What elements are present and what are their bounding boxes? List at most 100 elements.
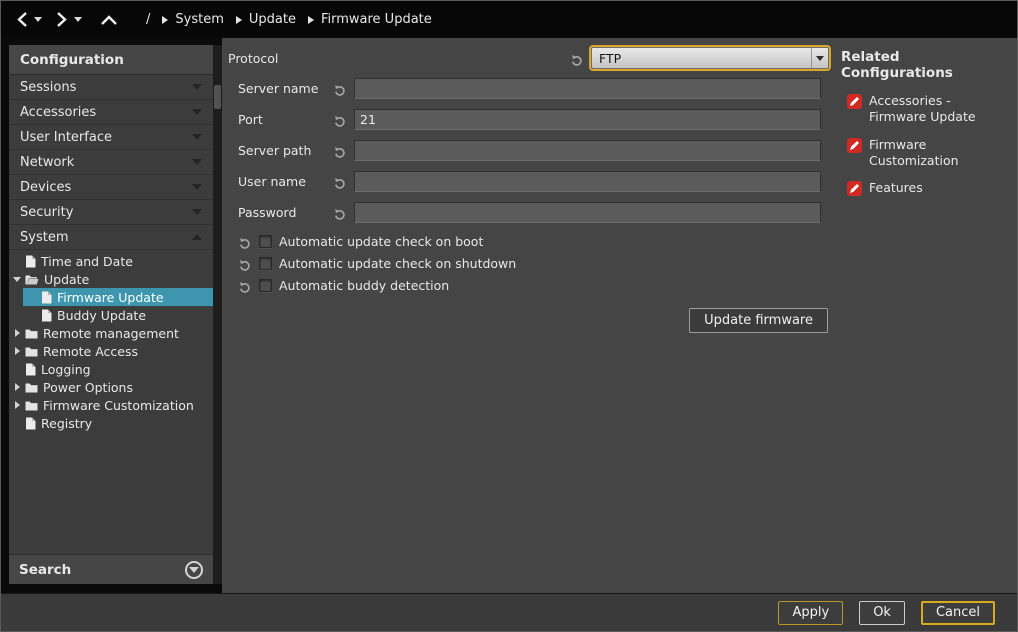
ok-button[interactable]: Ok xyxy=(859,601,905,625)
sidebar: Configuration Sessions Accessories User … xyxy=(9,45,213,584)
checkbox-label: Automatic buddy detection xyxy=(279,278,449,293)
sidebar-item-sessions[interactable]: Sessions xyxy=(9,75,213,100)
tree-item-label: Time and Date xyxy=(41,254,133,269)
field-label: Server path xyxy=(238,143,333,158)
expand-caret-icon[interactable] xyxy=(9,277,25,282)
user-name-input[interactable] xyxy=(354,171,821,192)
auto-update-boot-checkbox[interactable] xyxy=(259,235,272,248)
breadcrumb-arrow-icon xyxy=(162,16,168,24)
category-label: User Interface xyxy=(20,130,112,145)
checkbox-label: Automatic update check on boot xyxy=(279,234,483,249)
page-icon xyxy=(41,291,52,304)
password-row: Password xyxy=(222,201,837,223)
tree-item-firmware-customization[interactable]: Firmware Customization xyxy=(9,396,213,414)
protocol-select[interactable]: FTP xyxy=(591,47,829,69)
back-history-caret[interactable] xyxy=(34,17,42,22)
breadcrumb-item-system[interactable]: System xyxy=(162,12,223,27)
category-label: System xyxy=(20,230,68,245)
search-section-header[interactable]: Search xyxy=(9,554,213,584)
expand-caret-icon[interactable] xyxy=(9,329,25,337)
chevron-up-icon xyxy=(192,234,202,240)
breadcrumb-item-firmware-update[interactable]: Firmware Update xyxy=(308,12,432,27)
toolbar: / System Update Firmware Update xyxy=(1,1,1017,38)
cancel-button[interactable]: Cancel xyxy=(921,601,995,625)
tree-item-power-options[interactable]: Power Options xyxy=(9,378,213,396)
page-icon xyxy=(41,309,52,322)
forward-history-caret[interactable] xyxy=(74,17,82,22)
sidebar-scrollbar[interactable] xyxy=(213,45,222,584)
forward-button[interactable] xyxy=(55,11,69,28)
up-button[interactable] xyxy=(100,14,118,26)
reset-icon[interactable] xyxy=(333,175,346,188)
reset-icon[interactable] xyxy=(333,144,346,157)
user-name-row: User name xyxy=(222,170,837,192)
triangle-down-icon xyxy=(34,17,42,22)
related-item-firmware-customization[interactable]: Firmware Customization xyxy=(841,137,1011,170)
auto-update-boot-row: Automatic update check on boot xyxy=(222,232,837,250)
tree-item-firmware-update[interactable]: Firmware Update xyxy=(9,288,213,306)
expand-caret-icon[interactable] xyxy=(9,401,25,409)
protocol-label: Protocol xyxy=(228,51,570,66)
port-input[interactable] xyxy=(354,109,821,130)
sidebar-item-security[interactable]: Security xyxy=(9,200,213,225)
related-item-features[interactable]: Features xyxy=(841,180,1011,196)
expand-caret-icon[interactable] xyxy=(9,347,25,355)
tree-item-label: Firmware Update xyxy=(57,290,164,305)
update-button-row: Update firmware xyxy=(222,308,837,333)
breadcrumb-item-update[interactable]: Update xyxy=(236,12,296,27)
related-title: Related Configurations xyxy=(841,49,1011,81)
reset-icon[interactable] xyxy=(333,82,346,95)
search-icon xyxy=(185,561,203,579)
category-label: Network xyxy=(20,155,74,170)
apply-button[interactable]: Apply xyxy=(778,601,843,625)
edit-icon xyxy=(847,94,862,109)
reset-icon[interactable] xyxy=(570,52,583,65)
expand-caret-icon[interactable] xyxy=(9,383,25,391)
reset-icon[interactable] xyxy=(238,279,251,292)
update-firmware-button[interactable]: Update firmware xyxy=(689,308,828,333)
tree-item-update[interactable]: Update xyxy=(9,270,213,288)
reset-icon[interactable] xyxy=(333,206,346,219)
tree-item-label: Update xyxy=(44,272,89,287)
server-path-row: Server path xyxy=(222,139,837,161)
tree-item-label: Power Options xyxy=(43,380,133,395)
tree-item-registry[interactable]: Registry xyxy=(9,414,213,432)
tree-item-remote-management[interactable]: Remote management xyxy=(9,324,213,342)
related-item-accessories-firmware-update[interactable]: Accessories - Firmware Update xyxy=(841,93,1011,126)
sidebar-item-user-interface[interactable]: User Interface xyxy=(9,125,213,150)
main-panel: Protocol FTP Server name xyxy=(222,38,1017,595)
reset-icon[interactable] xyxy=(238,235,251,248)
page-icon xyxy=(25,417,36,430)
sidebar-item-devices[interactable]: Devices xyxy=(9,175,213,200)
tree-item-time-and-date[interactable]: Time and Date xyxy=(9,252,213,270)
server-name-input[interactable] xyxy=(354,78,821,99)
reset-icon[interactable] xyxy=(333,113,346,126)
firmware-update-form: Protocol FTP Server name xyxy=(222,38,837,595)
tree-item-buddy-update[interactable]: Buddy Update xyxy=(9,306,213,324)
tree-item-remote-access[interactable]: Remote Access xyxy=(9,342,213,360)
sidebar-item-network[interactable]: Network xyxy=(9,150,213,175)
chevron-down-icon xyxy=(192,84,202,90)
folder-open-icon xyxy=(25,274,39,285)
scrollbar-thumb[interactable] xyxy=(214,85,221,109)
category-label: Devices xyxy=(20,180,71,195)
breadcrumb-arrow-icon xyxy=(308,16,314,24)
auto-update-shutdown-checkbox[interactable] xyxy=(259,257,272,270)
tree-item-label: Registry xyxy=(41,416,92,431)
server-name-row: Server name xyxy=(222,77,837,99)
password-input[interactable] xyxy=(354,202,821,223)
server-path-input[interactable] xyxy=(354,140,821,161)
chevron-down-icon xyxy=(192,109,202,115)
chevron-down-icon xyxy=(192,134,202,140)
breadcrumb-root[interactable]: / xyxy=(146,12,150,27)
reset-icon[interactable] xyxy=(238,257,251,270)
page-icon xyxy=(25,255,36,268)
related-item-label: Firmware Customization xyxy=(869,137,1009,170)
back-button[interactable] xyxy=(15,11,29,28)
sidebar-item-system[interactable]: System xyxy=(9,225,213,250)
sidebar-item-accessories[interactable]: Accessories xyxy=(9,100,213,125)
auto-buddy-detection-checkbox[interactable] xyxy=(259,279,272,292)
footer-bar: Apply Ok Cancel xyxy=(1,593,1017,631)
tree-item-logging[interactable]: Logging xyxy=(9,360,213,378)
tree-item-label: Remote management xyxy=(43,326,179,341)
